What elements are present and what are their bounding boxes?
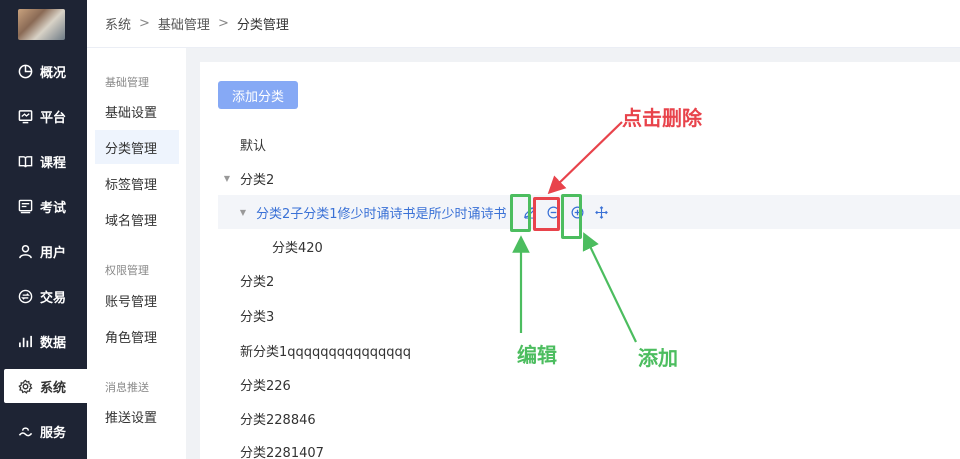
exam-icon [17,198,33,214]
tree-node-label: 分类2子分类1修少时诵诗书是所少时诵诗书 [256,206,507,222]
nav-label: 交易 [40,290,67,306]
user-icon [17,243,33,259]
tree-node[interactable]: 分类2281407 [218,434,960,459]
submenu-item-category-manage[interactable]: 分类管理 [95,130,179,164]
tree-node-label: 默认 [240,138,267,154]
add-highlight-box [561,194,582,239]
tree-node-selected[interactable]: ▼ 分类2子分类1修少时诵诗书是所少时诵诗书 [218,195,960,229]
main-sidebar: 概况 平台 课程 考试 用户 交易 数据 系统 服务 [0,0,87,459]
tree-node[interactable]: 分类2 [218,263,960,297]
breadcrumb-item[interactable]: 系统 [105,14,131,33]
submenu-item-basic-settings[interactable]: 基础设置 [95,94,179,128]
tree-node-label: 分类2281407 [240,445,324,459]
submenu-item-tag-manage[interactable]: 标签管理 [95,166,179,200]
nav-label: 服务 [40,425,67,441]
book-icon [17,153,33,169]
tree-node[interactable]: 分类228846 [218,401,960,435]
submenu-group-title: 消息推送 [105,381,149,394]
nav-item-users[interactable]: 用户 [0,234,87,268]
move-icon[interactable] [593,203,611,221]
nav-item-platform[interactable]: 平台 [0,99,87,133]
gear-icon [17,378,33,394]
submenu-item-role-manage[interactable]: 角色管理 [95,319,179,353]
tree-node-label: 新分类1qqqqqqqqqqqqqqq [240,344,412,360]
nav-label: 概况 [40,65,67,81]
nav-label: 平台 [40,110,67,126]
breadcrumb: 系统 > 基础管理 > 分类管理 [87,0,960,48]
nav-label: 课程 [40,155,67,171]
nav-label: 数据 [40,335,67,351]
tree-node-label: 分类420 [272,240,323,256]
secondary-menu: 基础管理 基础设置 分类管理 标签管理 域名管理 权限管理 账号管理 角色管理 … [87,48,186,459]
delete-highlight-box [533,197,560,231]
caret-down-icon[interactable]: ▼ [238,208,248,217]
app-logo[interactable] [18,9,65,40]
tree-node-label: 分类226 [240,378,291,394]
caret-down-icon[interactable]: ▼ [222,174,232,183]
tree-node-label: 分类3 [240,309,275,325]
tree-node[interactable]: 分类3 [218,298,960,332]
chevron-right-icon: > [139,16,150,31]
submenu-group-title: 权限管理 [105,264,149,277]
nav-item-system[interactable]: 系统 [4,369,87,403]
monitor-icon [17,108,33,124]
submenu-item-domain-manage[interactable]: 域名管理 [95,202,179,236]
tree-node-label: 分类228846 [240,412,316,428]
tree-node[interactable]: 分类420 [218,229,960,263]
edit-highlight-box [510,194,531,232]
submenu-item-push-settings[interactable]: 推送设置 [95,399,179,433]
add-annotation-label: 添加 [638,346,678,370]
nav-item-service[interactable]: 服务 [0,414,87,448]
nav-item-exams[interactable]: 考试 [0,189,87,223]
chevron-right-icon: > [217,16,229,31]
add-category-button[interactable]: 添加分类 [218,81,298,109]
nav-item-overview[interactable]: 概况 [0,54,87,88]
submenu-group-title: 基础管理 [105,76,149,89]
tree-node-label: 分类2 [240,172,275,188]
nav-label: 考试 [40,200,67,216]
tree-node[interactable]: 新分类1qqqqqqqqqqqqqqq [218,333,960,367]
breadcrumb-item[interactable]: 基础管理 [158,14,210,33]
exchange-icon [17,288,33,304]
nav-label: 系统 [40,380,67,396]
nav-label: 用户 [40,245,67,261]
nav-item-trade[interactable]: 交易 [0,279,87,313]
tree-node-label: 分类2 [240,274,275,290]
edit-annotation-label: 编辑 [517,343,557,367]
delete-annotation-label: 点击删除 [622,106,702,130]
submenu-item-account-manage[interactable]: 账号管理 [95,283,179,317]
tree-node[interactable]: ▼ 分类2 [218,161,960,195]
pie-chart-icon [17,63,33,79]
service-icon [17,423,33,439]
nav-item-courses[interactable]: 课程 [0,144,87,178]
tree-node[interactable]: 分类226 [218,367,960,401]
breadcrumb-current: 分类管理 [236,18,289,33]
content-panel: 添加分类 默认 ▼ 分类2 ▼ 分类2子分类1修少时诵诗书是所少时诵诗书 分类4… [200,62,960,459]
bar-chart-icon [17,333,33,349]
tree-node[interactable]: 默认 [218,127,960,161]
nav-item-data[interactable]: 数据 [0,324,87,358]
